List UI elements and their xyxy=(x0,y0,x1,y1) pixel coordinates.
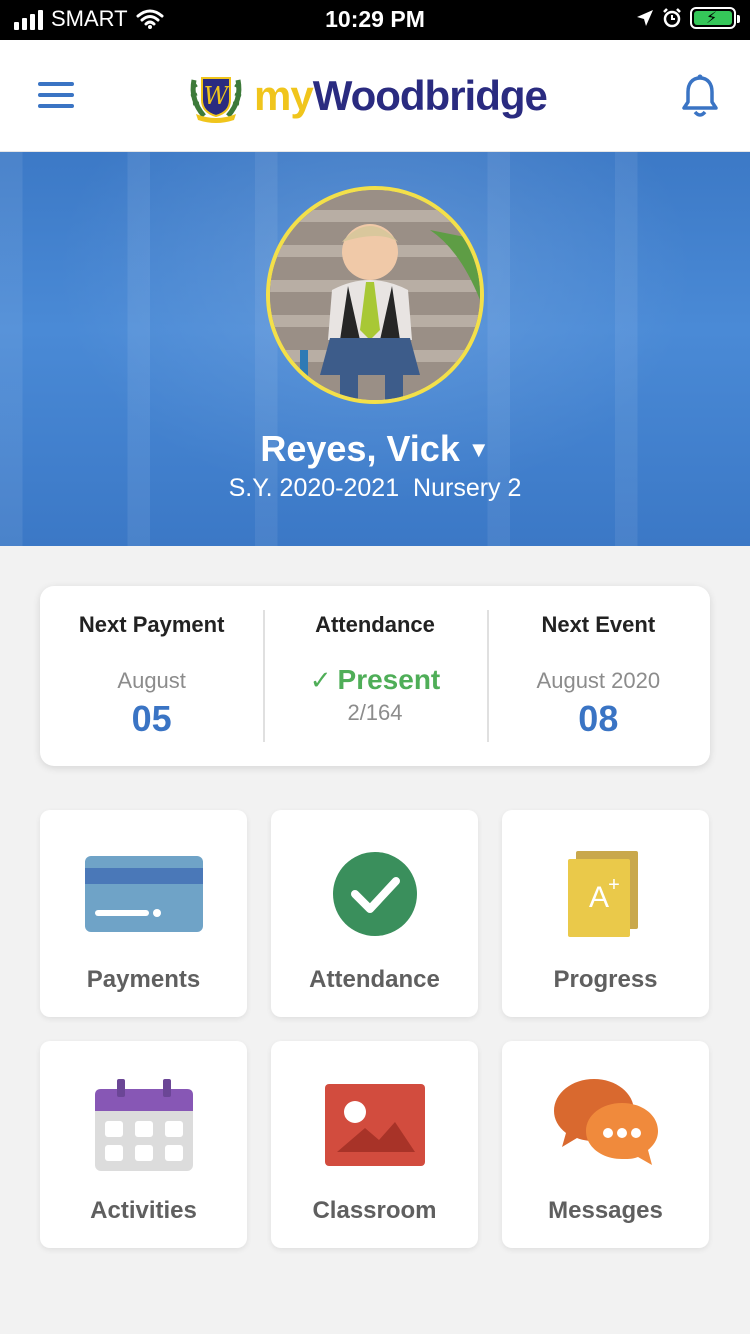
tile-attendance-label: Attendance xyxy=(309,966,440,993)
tile-messages-label: Messages xyxy=(548,1197,663,1224)
student-info: S.Y. 2020-2021 Nursery 2 xyxy=(0,474,750,503)
caret-down-icon: ▼ xyxy=(467,437,490,462)
student-selector[interactable]: Reyes, Vick ▼ xyxy=(0,428,750,470)
tile-classroom-label: Classroom xyxy=(312,1197,437,1224)
checkmark-icon: ✓ xyxy=(309,665,332,695)
app-header: W myWoodbridge xyxy=(0,40,750,152)
tile-payments[interactable]: Payments xyxy=(40,810,247,1017)
feature-grid: Payments Attendance A + Progress Activit… xyxy=(40,810,710,1248)
tile-progress-label: Progress xyxy=(553,966,658,993)
battery-icon: ⚡ xyxy=(690,7,740,29)
next-payment-summary[interactable]: Next Payment August 05 xyxy=(40,586,263,766)
attendance-status: ✓ Present xyxy=(263,664,486,696)
tile-progress[interactable]: A + Progress xyxy=(502,810,709,1017)
brand-my: my xyxy=(254,72,314,119)
next-event-day: 08 xyxy=(578,698,619,739)
next-payment-month: August xyxy=(117,668,186,693)
grade-level: Nursery 2 xyxy=(413,474,522,502)
svg-text:A: A xyxy=(588,881,608,914)
attendance-count: 2/164 xyxy=(347,700,403,725)
tile-messages[interactable]: Messages xyxy=(502,1041,709,1248)
attendance-summary[interactable]: Attendance ✓ Present 2/164 xyxy=(263,586,486,766)
next-event-summary[interactable]: Next Event August 2020 08 xyxy=(486,586,710,766)
tile-activities[interactable]: Activities xyxy=(40,1041,247,1248)
check-circle-icon xyxy=(332,852,417,936)
calendar-icon xyxy=(94,1079,193,1171)
student-name: Reyes, Vick xyxy=(260,428,460,469)
next-event-month: August 2020 xyxy=(536,668,661,693)
profile-hero: Reyes, Vick ▼ S.Y. 2020-2021 Nursery 2 xyxy=(0,152,750,546)
location-icon xyxy=(637,10,653,26)
next-payment-day: 05 xyxy=(131,698,172,739)
status-bar: SMART 10:29 PM ⚡ xyxy=(0,0,750,40)
school-crest-icon: W xyxy=(190,77,242,123)
image-icon xyxy=(324,1084,425,1166)
school-year: S.Y. 2020-2021 xyxy=(228,474,400,502)
tile-attendance[interactable]: Attendance xyxy=(271,810,478,1017)
brand-logo: W myWoodbridge xyxy=(186,66,548,126)
tile-payments-label: Payments xyxy=(86,966,201,993)
summary-card: Next Payment August 05 Attendance ✓ Prese… xyxy=(40,586,710,766)
alarm-icon xyxy=(663,8,681,28)
next-payment-title: Next Payment xyxy=(78,612,225,637)
credit-card-icon xyxy=(84,856,203,932)
status-right: ⚡ xyxy=(636,7,740,29)
svg-text:W: W xyxy=(204,82,231,110)
tile-classroom[interactable]: Classroom xyxy=(271,1041,478,1248)
chat-bubbles-icon xyxy=(553,1079,658,1165)
brand-name: Woodbridge xyxy=(312,72,548,119)
hamburger-icon[interactable] xyxy=(38,82,74,110)
grade-card-icon: A + xyxy=(567,851,638,937)
next-event-title: Next Event xyxy=(541,612,656,637)
svg-text:+: + xyxy=(608,874,620,896)
tile-activities-label: Activities xyxy=(90,1197,197,1224)
attendance-title: Attendance xyxy=(315,612,435,637)
bell-icon[interactable] xyxy=(680,74,720,118)
student-avatar[interactable] xyxy=(266,186,484,404)
attendance-status-label: Present xyxy=(337,664,441,695)
student-photo xyxy=(270,190,480,400)
